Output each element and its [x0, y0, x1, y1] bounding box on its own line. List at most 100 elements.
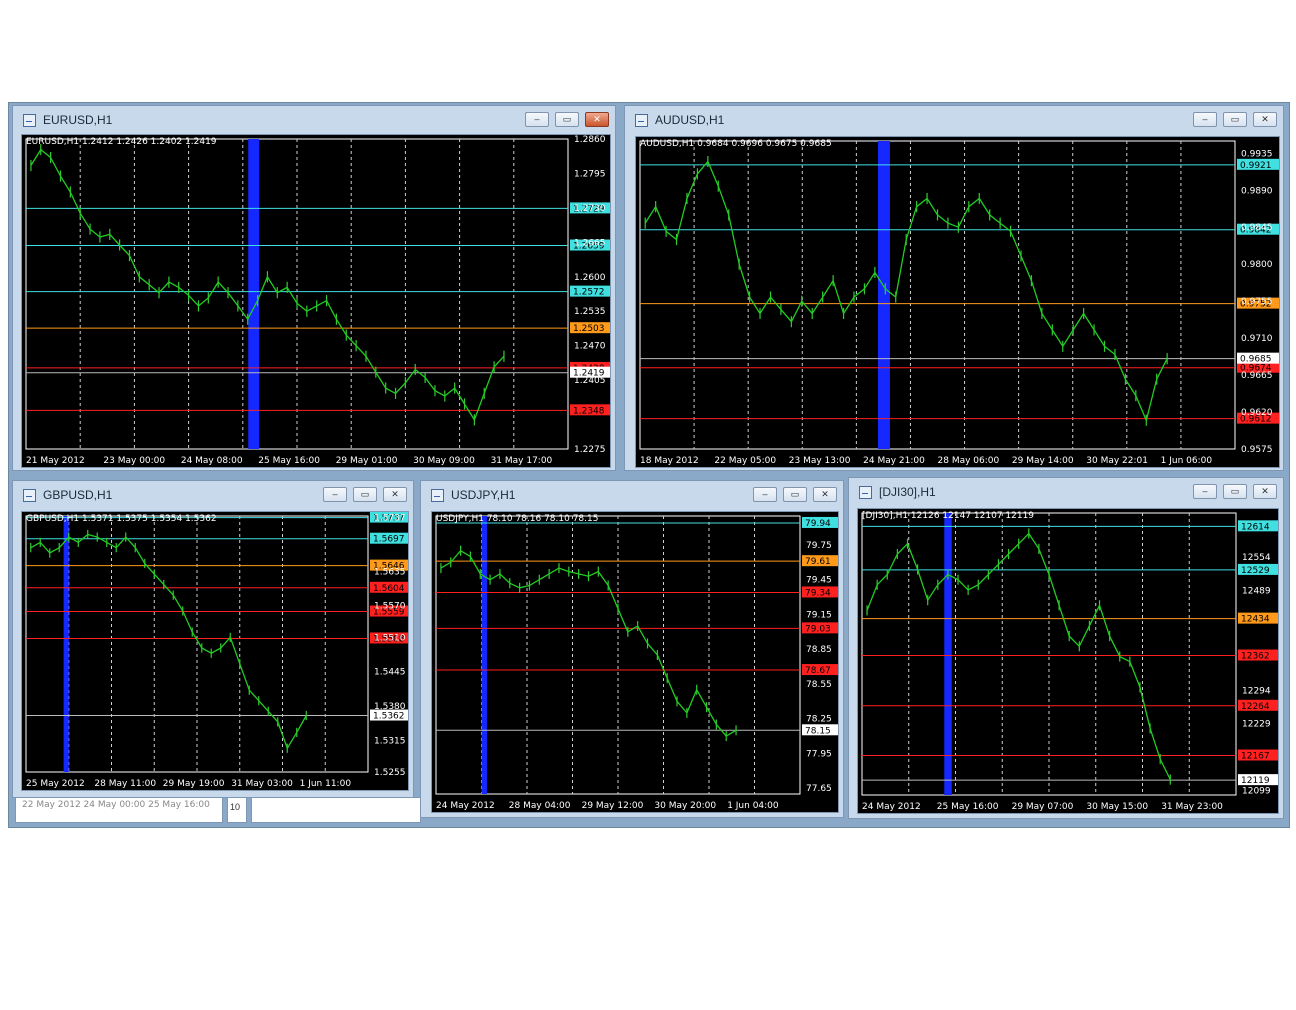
- price-level-label: 12529: [1241, 566, 1270, 576]
- y-axis-label: 12229: [1242, 720, 1271, 730]
- x-axis-label: 22 May 05:00: [714, 456, 776, 466]
- price-chart[interactable]: 1.5737 1.5697 1.5646 1.5604 1.5559 1.5508 1.57…: [21, 511, 409, 791]
- price-chart[interactable]: 1.27291.26591.25721.25031.24281.23481.28…: [21, 134, 611, 468]
- price-level-label: 79.61: [805, 557, 831, 567]
- x-axis-label: 18 May 2012: [640, 456, 699, 466]
- window-titlebar[interactable]: USDJPY,H1 ‒ ▭ ✕: [421, 481, 843, 509]
- x-axis-label: 28 May 04:00: [509, 801, 571, 811]
- price-level-label: 12614: [1241, 522, 1270, 532]
- y-axis-label: 1.2795: [574, 169, 606, 179]
- window-titlebar[interactable]: AUDUSD,H1 ‒ ▭ ✕: [625, 106, 1283, 134]
- price-level-label: 1.5697: [373, 535, 405, 545]
- window-titlebar[interactable]: [DJI30],H1 ‒ ▭ ✕: [849, 478, 1283, 506]
- background-window-fragment: 22 May 2012 24 May 00:00 25 May 16:00: [15, 797, 223, 823]
- chart-canvas: 12614 12529 12434 12362 12264 12167 12554 12489…: [861, 512, 1278, 812]
- price-line: [30, 533, 307, 750]
- x-axis-label: 1 Jun 11:00: [300, 779, 352, 789]
- session-highlight: [248, 139, 260, 449]
- y-axis-label: 1.5255: [374, 768, 406, 778]
- x-axis-label: 24 May 2012: [862, 802, 921, 812]
- chart-window-eurusd[interactable]: EURUSD,H1‒▭✕1.27291.26591.25721.25031.24…: [12, 105, 616, 471]
- chart-window-icon: [859, 486, 872, 499]
- session-highlight: [63, 516, 69, 772]
- x-axis-label: 25 May 16:00: [258, 456, 320, 466]
- minimize-button[interactable]: ‒: [1193, 484, 1217, 499]
- price-line: [866, 532, 1171, 780]
- y-axis-label: 1.5510: [374, 633, 406, 643]
- y-axis-label: 1.5635: [374, 567, 406, 577]
- y-axis-label: 78.55: [806, 680, 832, 690]
- y-axis-label: 0.9620: [1241, 408, 1273, 418]
- price-chart[interactable]: 0.9921 0.9842 0.9752 0.9674 0.9612 0.9935 0.98…: [635, 136, 1280, 468]
- background-window-fragment: [251, 797, 421, 823]
- price-level-label: 79.34: [805, 588, 831, 598]
- chart-ohlc-header: USDJPY,H1 78.10 78.16 78.10 78.15: [436, 514, 599, 524]
- x-axis-label: 28 May 11:00: [94, 779, 156, 789]
- x-axis-label: 29 May 19:00: [163, 779, 225, 789]
- current-price-label: 1.2419: [573, 369, 605, 379]
- y-axis-label: 1.2535: [574, 307, 606, 317]
- price-chart[interactable]: 79.94 79.61 79.34 79.03 78.67 79.75 79.45 79.15…: [431, 511, 839, 813]
- price-level-label: 1.2572: [573, 288, 605, 298]
- minimize-button[interactable]: ‒: [525, 112, 549, 127]
- price-level-label: 12434: [1241, 615, 1270, 625]
- y-axis-label: 1.5570: [374, 602, 406, 612]
- chart-window-gbpusd[interactable]: GBPUSD,H1 ‒ ▭ ✕ 1.5737 1.5697 1.5646 1.5604 1.55…: [12, 480, 414, 798]
- chart-window-icon: [23, 114, 36, 127]
- chart-window-dji30[interactable]: [DJI30],H1 ‒ ▭ ✕ 12614 12529 12434 12362 12264 12…: [848, 477, 1284, 819]
- x-axis-label: 29 May 07:00: [1012, 802, 1074, 812]
- x-axis-label: 30 May 15:00: [1086, 802, 1148, 812]
- price-level-label: 12264: [1241, 702, 1270, 712]
- minimize-button[interactable]: ‒: [753, 487, 777, 502]
- y-axis-label: 1.2275: [574, 445, 606, 455]
- price-chart[interactable]: 12614 12529 12434 12362 12264 12167 12554 12489…: [857, 508, 1279, 814]
- y-axis-label: 1.2600: [574, 273, 606, 283]
- y-axis-label: 78.25: [806, 715, 832, 725]
- x-axis-label: 30 May 09:00: [413, 456, 475, 466]
- chart-window-icon: [635, 114, 648, 127]
- x-axis-label: 31 May 23:00: [1161, 802, 1223, 812]
- chart-ohlc-header: EURUSD,H1 1.2412 1.2426 1.2402 1.2419: [26, 137, 217, 147]
- x-axis-label: 23 May 13:00: [789, 456, 851, 466]
- chart-window-usdjpy[interactable]: USDJPY,H1 ‒ ▭ ✕ 79.94 79.61 79.34 79.03 78.67 79.…: [420, 480, 844, 818]
- maximize-button[interactable]: ▭: [353, 487, 377, 502]
- maximize-button[interactable]: ▭: [783, 487, 807, 502]
- price-level-label: 0.9921: [1240, 161, 1272, 171]
- y-axis-label: 0.9935: [1241, 149, 1273, 159]
- window-titlebar[interactable]: EURUSD,H1 ‒ ▭ ✕: [13, 106, 615, 134]
- window-title: [DJI30],H1: [879, 485, 936, 499]
- y-axis-label: 0.9800: [1241, 260, 1273, 270]
- x-axis-label: 29 May 01:00: [336, 456, 398, 466]
- close-button[interactable]: ✕: [1253, 484, 1277, 499]
- y-axis-label: 79.75: [806, 541, 832, 551]
- x-axis-label: 31 May 17:00: [491, 456, 553, 466]
- maximize-button[interactable]: ▭: [1223, 484, 1247, 499]
- chart-window-icon: [23, 489, 36, 502]
- minimize-button[interactable]: ‒: [1193, 112, 1217, 127]
- window-title: AUDUSD,H1: [655, 113, 725, 127]
- maximize-button[interactable]: ▭: [1223, 112, 1247, 127]
- x-axis-label: 1 Jun 06:00: [1161, 456, 1213, 466]
- maximize-button[interactable]: ▭: [555, 112, 579, 127]
- window-titlebar[interactable]: GBPUSD,H1 ‒ ▭ ✕: [13, 481, 413, 509]
- y-axis-label: 0.9665: [1241, 371, 1273, 381]
- close-button[interactable]: ✕: [1253, 112, 1277, 127]
- chart-canvas: 0.99210.98420.97520.96740.96120.99350.98…: [639, 140, 1279, 466]
- current-price-label: 1.5362: [373, 712, 405, 722]
- close-button[interactable]: ✕: [585, 112, 609, 127]
- x-axis-label: 31 May 03:00: [231, 779, 293, 789]
- x-axis-label: 23 May 00:00: [103, 456, 165, 466]
- close-button[interactable]: ✕: [383, 487, 407, 502]
- y-axis-label: 78.85: [806, 645, 832, 655]
- y-axis-label: 0.9575: [1241, 445, 1273, 455]
- background-label: 10: [230, 802, 241, 812]
- close-button[interactable]: ✕: [813, 487, 837, 502]
- window-title: USDJPY,H1: [451, 488, 516, 502]
- price-level-label: 79.94: [805, 519, 831, 529]
- y-axis-label: 1.2860: [574, 135, 606, 145]
- minimize-button[interactable]: ‒: [323, 487, 347, 502]
- plot-frame: [25, 138, 569, 450]
- y-axis-label: 12099: [1242, 786, 1271, 796]
- y-axis-label: 1.2470: [574, 342, 606, 352]
- chart-window-audusd[interactable]: AUDUSD,H1 ‒ ▭ ✕ 0.9921 0.9842 0.9752 0.9674 0.96…: [624, 105, 1284, 471]
